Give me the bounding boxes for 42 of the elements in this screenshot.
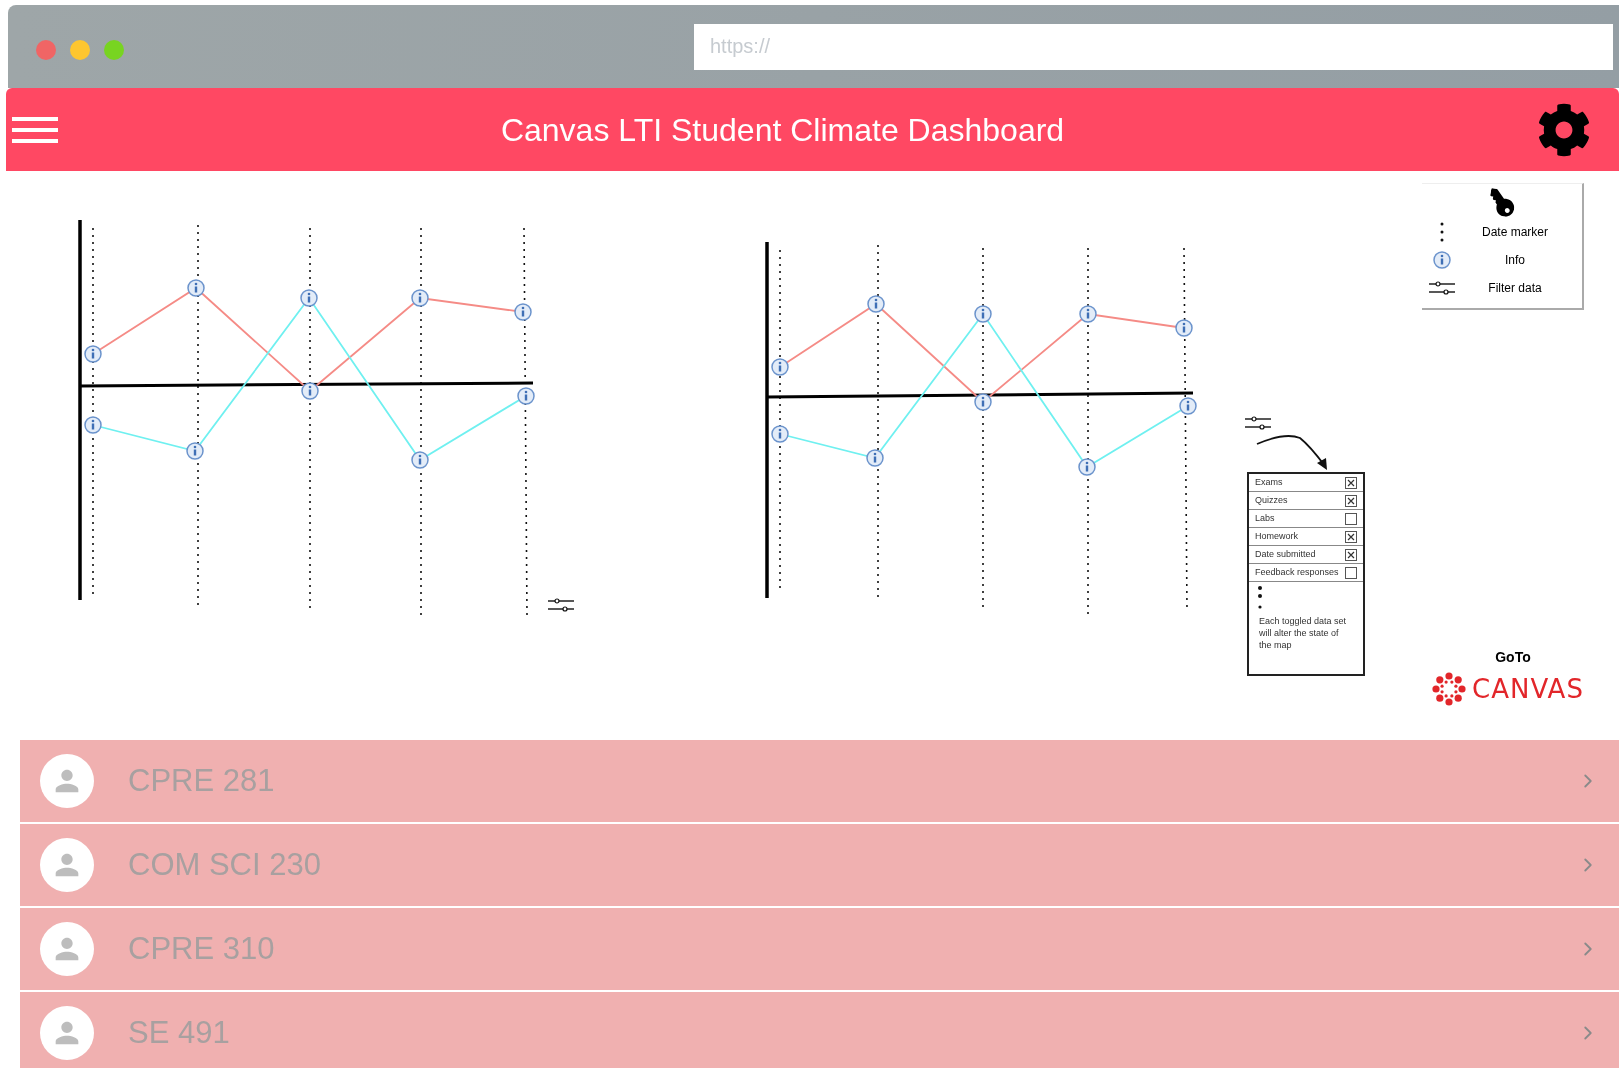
filter-icon[interactable] bbox=[1429, 281, 1455, 295]
avatar-icon bbox=[40, 922, 94, 976]
checkbox[interactable] bbox=[1345, 566, 1357, 579]
course-name: CPRE 281 bbox=[128, 761, 276, 800]
course-name: SE 491 bbox=[128, 1013, 231, 1052]
checkbox[interactable] bbox=[1345, 548, 1357, 561]
avatar-icon bbox=[40, 1006, 94, 1060]
filter-option-label: Labs bbox=[1255, 511, 1275, 525]
filter-option-label: Exams bbox=[1255, 475, 1283, 489]
dashboard-title: Canvas LTI Student Climate Dashboard bbox=[500, 110, 1065, 150]
checkbox[interactable] bbox=[1345, 494, 1357, 507]
course-row[interactable]: COM SCI 230 bbox=[20, 824, 1619, 906]
filter-option-label: Date submitted bbox=[1255, 547, 1316, 561]
canvas-link[interactable]: CANVAS bbox=[1472, 674, 1584, 704]
course-name: CPRE 310 bbox=[128, 929, 276, 968]
checkbox[interactable] bbox=[1345, 530, 1357, 543]
legend-label: Filter data bbox=[1487, 280, 1543, 297]
course-row[interactable]: CPRE 281 bbox=[20, 740, 1619, 822]
filter-option-label: Homework bbox=[1255, 529, 1298, 543]
filter-note: Each toggled data set will alter the state of the map bbox=[1259, 615, 1348, 651]
checkbox[interactable] bbox=[1345, 476, 1357, 489]
avatar-icon bbox=[40, 754, 94, 808]
goto-label[interactable]: GoTo bbox=[1495, 647, 1531, 668]
checkbox[interactable] bbox=[1345, 512, 1357, 525]
info-icon[interactable] bbox=[301, 382, 319, 400]
course-row[interactable]: CPRE 310 bbox=[20, 908, 1619, 990]
url-field[interactable]: https:// bbox=[694, 23, 1613, 70]
filter-option-label: Quizzes bbox=[1255, 493, 1288, 507]
ellipsis-icon bbox=[1257, 585, 1263, 611]
course-name: COM SCI 230 bbox=[128, 845, 322, 884]
filter-icon[interactable] bbox=[1243, 416, 1273, 430]
info-icon[interactable] bbox=[974, 393, 992, 411]
legend-label: Info bbox=[1504, 252, 1526, 269]
dotted-line-icon bbox=[1440, 222, 1444, 242]
avatar-icon bbox=[40, 838, 94, 892]
filter-icon[interactable] bbox=[548, 598, 574, 612]
canvas-logo-icon bbox=[1432, 672, 1467, 706]
course-row[interactable]: SE 491 bbox=[20, 992, 1619, 1068]
settings-icon[interactable] bbox=[1537, 102, 1591, 157]
legend-label: Date marker bbox=[1481, 224, 1549, 241]
filter-option-label: Feedback responses bbox=[1255, 565, 1339, 579]
menu-icon[interactable] bbox=[12, 114, 58, 145]
